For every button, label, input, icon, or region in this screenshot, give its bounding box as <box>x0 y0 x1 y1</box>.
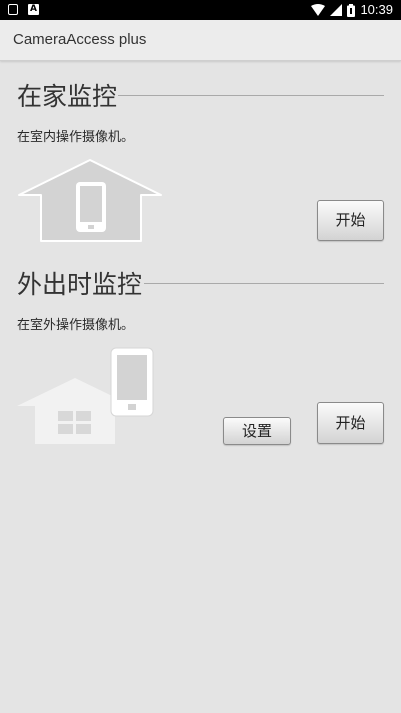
away-start-button[interactable]: 开始 <box>317 402 384 444</box>
home-section-divider <box>118 95 384 96</box>
signal-icon <box>330 4 343 16</box>
app-title: CameraAccess plus <box>13 31 147 48</box>
clock: 10:39 <box>360 2 393 17</box>
wifi-icon <box>311 4 326 16</box>
app-bar: CameraAccess plus <box>0 20 401 61</box>
home-section-title: 在家监控 <box>17 82 118 111</box>
away-phone-icon <box>17 347 154 444</box>
away-settings-button[interactable]: 设置 <box>223 417 291 445</box>
away-section-description: 在室外操作摄像机。 <box>17 318 135 333</box>
status-bar: A 10:39 <box>0 0 401 20</box>
away-section-divider <box>144 283 384 284</box>
home-section-description: 在室内操作摄像机。 <box>17 130 135 145</box>
square-notification-icon <box>8 4 18 15</box>
battery-icon <box>347 3 356 17</box>
away-section-title: 外出时监控 <box>17 270 143 299</box>
a-notification-icon: A <box>28 4 39 15</box>
home-phone-icon <box>18 159 162 242</box>
home-start-button[interactable]: 开始 <box>317 200 384 241</box>
